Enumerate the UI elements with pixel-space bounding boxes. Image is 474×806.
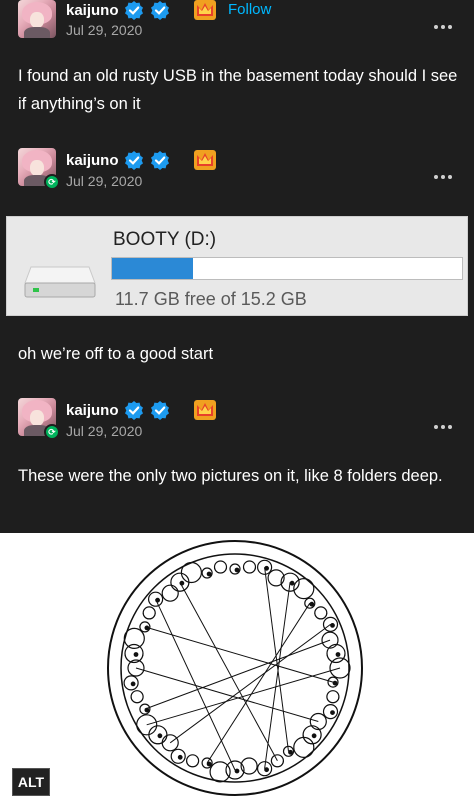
verified-badge-icon [151, 151, 169, 170]
post-date: Jul 29, 2020 [66, 22, 143, 38]
glyph-line [169, 623, 331, 744]
glyph-dot [289, 580, 295, 586]
glyph-arc [314, 612, 328, 620]
glyph-dot [311, 733, 317, 739]
glyph-circle [209, 761, 231, 783]
more-options-icon[interactable] [434, 416, 456, 429]
glyph-line [179, 581, 278, 762]
glyph-circle [321, 631, 339, 649]
post-header: ⟳ kaijuno Jul 29, 2020 [0, 396, 474, 456]
glyph-arc [130, 696, 144, 704]
glyph-dot [264, 767, 270, 773]
drive-free-space: 11.7 GB free of 15.2 GB [115, 289, 307, 309]
more-options-icon[interactable] [434, 16, 456, 29]
glyph-dot [335, 652, 341, 657]
drive-screenshot: BOOTY (D:) 11.7 GB free of 15.2 GB [6, 216, 468, 316]
glyph-line [264, 567, 289, 752]
drive-name: BOOTY (D:) [113, 229, 217, 250]
glyph-arc [142, 612, 156, 620]
glyph-circle [293, 736, 315, 758]
crown-badge-icon [194, 150, 216, 170]
glyph-arc [243, 566, 256, 574]
more-options-icon[interactable] [434, 166, 456, 179]
alt-text-button[interactable]: ALT [12, 768, 50, 796]
username[interactable]: kaijuno [66, 152, 119, 169]
glyph-line [144, 639, 331, 710]
crown-badge-icon [194, 0, 216, 20]
avatar[interactable] [18, 0, 56, 38]
drive-icon [24, 266, 96, 298]
post-date: Jul 29, 2020 [66, 173, 143, 189]
glyph-dot [130, 681, 136, 687]
glyph-dot [206, 571, 212, 577]
glyph-arc [326, 696, 340, 704]
circular-glyph-drawing [107, 540, 363, 796]
glyph-dot [133, 652, 139, 657]
glyph-arc [214, 566, 227, 574]
drive-usage-fill [112, 258, 193, 279]
glyph-circle [123, 627, 145, 650]
glyph-dot [332, 680, 338, 686]
post-body: These were the only two pictures on it, … [18, 467, 443, 485]
post-body: I found an old rusty USB in the basement… [18, 67, 458, 113]
follow-link[interactable]: Follow [228, 1, 271, 18]
post-image[interactable]: ALT [0, 533, 474, 806]
username[interactable]: kaijuno [66, 402, 119, 419]
crown-badge-icon [194, 400, 216, 420]
glyph-circle [180, 561, 202, 584]
verified-badge-icon [151, 1, 169, 20]
drive-usage-bar [111, 257, 463, 280]
glyph-dot [330, 710, 335, 716]
glyph-line [206, 602, 311, 764]
glyph-arc [186, 760, 200, 768]
glyph-line [264, 582, 291, 769]
glyph-arc [270, 760, 284, 768]
reblog-icon: ⟳ [44, 174, 60, 190]
glyph-dot [330, 622, 335, 628]
glyph-circle [161, 584, 179, 602]
verified-badge-icon [151, 401, 169, 420]
glyph-dot [234, 768, 240, 774]
glyph-outer-ring [107, 540, 363, 796]
verified-badge-icon [125, 401, 143, 420]
username[interactable]: kaijuno [66, 2, 119, 19]
glyph-line [135, 667, 319, 722]
glyph-line [155, 598, 236, 771]
verified-badge-icon [125, 1, 143, 20]
post-date: Jul 29, 2020 [66, 423, 143, 439]
reblog-icon: ⟳ [44, 424, 60, 440]
glyph-dot [177, 754, 183, 760]
glyph-line [146, 667, 341, 726]
glyph-dot [309, 601, 315, 607]
post-header: ⟳ kaijuno Jul 29, 2020 [0, 146, 474, 206]
post-body: oh we’re off to a good start [18, 345, 214, 363]
glyph-dot [288, 749, 293, 755]
verified-badge-icon [125, 151, 143, 170]
glyph-dot [157, 733, 163, 739]
glyph-dot [234, 567, 240, 573]
post-header: kaijuno Follow Jul 29, 2020 [0, 0, 474, 60]
glyph-inner-ring [120, 553, 350, 783]
